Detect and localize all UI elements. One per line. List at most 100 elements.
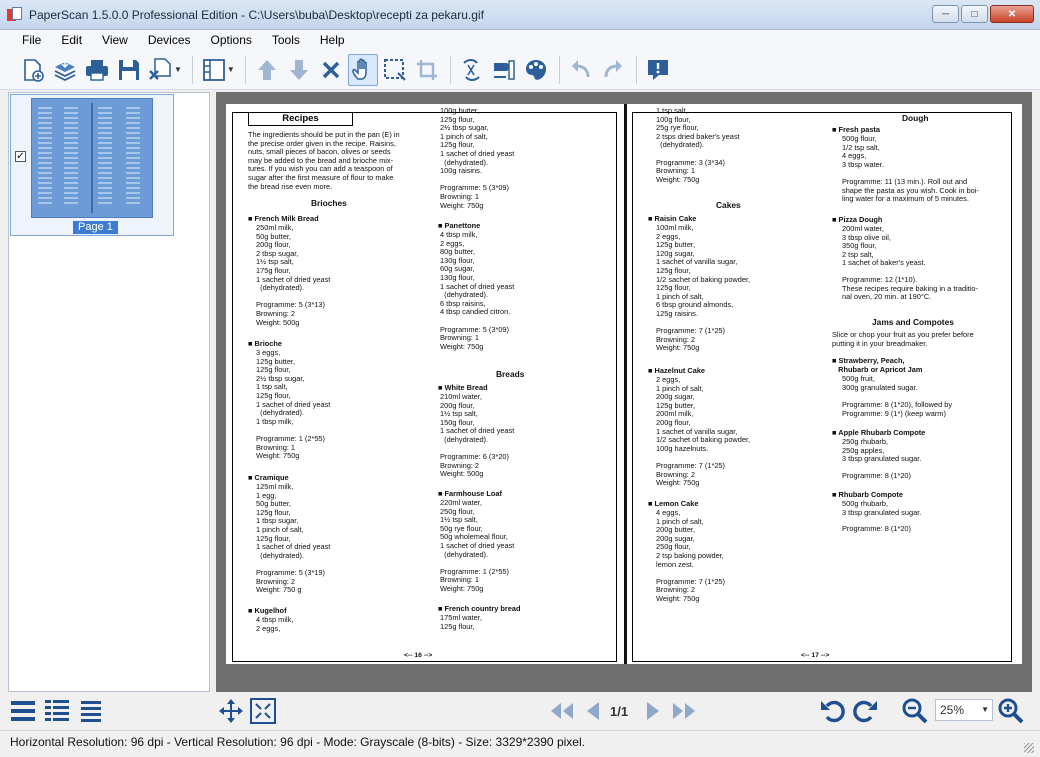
- thumbnail-medium-view-button[interactable]: [42, 696, 72, 726]
- recipe-body: 500g rhubarb, 3 tbsp granulated sugar.: [842, 499, 922, 517]
- thumbnail-small-view-button[interactable]: [76, 696, 106, 726]
- thumbnail-large-view-button[interactable]: [8, 696, 38, 726]
- save-button[interactable]: [114, 54, 144, 86]
- pan-button[interactable]: [216, 696, 246, 726]
- last-page-icon: [673, 703, 695, 719]
- acquire-stack-icon: [54, 58, 76, 81]
- recipe-note: Programme: 8 (1*20): [842, 471, 912, 480]
- breads-heading: Breads: [496, 369, 525, 379]
- toolbar-separator: [635, 55, 637, 84]
- crop-icon: [416, 59, 437, 80]
- selection-icon: [383, 58, 406, 81]
- export-dropdown-icon[interactable]: ▼: [174, 65, 182, 74]
- zoom-select[interactable]: 25% ▼: [935, 699, 993, 721]
- zoom-value: 25%: [940, 703, 965, 717]
- maximize-button[interactable]: □: [961, 5, 988, 23]
- menu-edit[interactable]: Edit: [51, 30, 92, 50]
- bottom-navigation-bar: 1/1 25% ▼: [0, 692, 1040, 730]
- redo-icon: [604, 59, 622, 77]
- menu-devices[interactable]: Devices: [138, 30, 201, 50]
- menu-view[interactable]: View: [92, 30, 138, 50]
- move-arrows-icon: [219, 699, 243, 723]
- minimize-icon: ─: [941, 8, 950, 20]
- toolbar-separator: [191, 55, 193, 84]
- new-page-button[interactable]: [18, 54, 48, 86]
- undo-button[interactable]: [566, 54, 596, 86]
- close-button[interactable]: ✕: [990, 5, 1034, 23]
- recipes-title-box: Recipes: [248, 112, 353, 126]
- layout-dropdown-icon[interactable]: ▼: [227, 65, 235, 74]
- recipe-title: ■ Strawberry, Peach, Rhubarb or Apricot …: [832, 356, 923, 374]
- hand-tool-icon: [352, 58, 367, 80]
- zoom-out-button[interactable]: [900, 696, 930, 726]
- minimize-button[interactable]: ─: [932, 5, 959, 23]
- toolbar-separator: [244, 55, 246, 84]
- recipe-body: 125ml milk, 1 egg, 50g butter, 125g flou…: [256, 482, 331, 595]
- print-icon: [86, 59, 108, 81]
- page-checkbox[interactable]: ✓: [15, 151, 26, 162]
- jams-heading: Jams and Compotes: [872, 317, 954, 327]
- recipe-body: 200ml water, 3 tbsp olive oil, 350g flou…: [842, 224, 926, 268]
- page-number: <-- 16 -->: [404, 652, 433, 659]
- recipe-note: Programme: 11 (13 min.). Roll out and sh…: [842, 177, 979, 204]
- list-large-icon: [11, 701, 35, 721]
- move-up-button[interactable]: [252, 54, 282, 86]
- recipe-body: 4 tbsp milk, 2 eggs, 80g butter, 130g fl…: [440, 230, 515, 351]
- recipe-body: 500g fruit, 300g granulated sugar.: [842, 374, 918, 392]
- cakes-heading: Cakes: [716, 200, 741, 210]
- thumbnail-page-1[interactable]: ✓ Page 1: [10, 94, 174, 236]
- new-page-icon: [24, 58, 44, 82]
- recipes-intro: The ingredients should be put in the pan…: [248, 130, 400, 191]
- resize-grip-icon[interactable]: [1024, 743, 1034, 753]
- recipe-body: 100ml milk, 2 eggs, 125g butter, 120g su…: [656, 223, 751, 353]
- annotation-button[interactable]: [643, 54, 673, 86]
- recipe-note: Programme: 8 (1*20), followed by Program…: [842, 400, 953, 418]
- fit-to-window-button[interactable]: [248, 696, 278, 726]
- recipe-body: 500g flour, 1/2 tsp salt, 4 eggs, 3 tbsp…: [842, 134, 884, 169]
- export-button[interactable]: [146, 54, 176, 86]
- recipe-body: 2 eggs, 1 pinch of salt, 200g sugar, 125…: [656, 375, 751, 488]
- save-icon: [119, 59, 139, 80]
- zoom-in-icon: [998, 698, 1024, 724]
- next-page-button[interactable]: [638, 696, 668, 726]
- next-page-icon: [647, 702, 659, 720]
- color-palette-button[interactable]: [521, 54, 551, 86]
- scanned-page: Recipes The ingredients should be put in…: [226, 104, 1022, 664]
- filter-icon: [493, 59, 515, 80]
- layout-icon: [203, 58, 225, 81]
- rotate-right-icon: [853, 700, 877, 723]
- redo-button[interactable]: [598, 54, 628, 86]
- filter-button[interactable]: [489, 54, 519, 86]
- acquire-stack-button[interactable]: [50, 54, 80, 86]
- last-page-button[interactable]: [670, 696, 700, 726]
- first-page-button[interactable]: [546, 696, 576, 726]
- export-icon: [149, 57, 171, 80]
- recipe-body: 250ml milk, 50g butter, 200g flour, 2 tb…: [256, 223, 331, 327]
- recipe-note: Programme: 8 (1*20): [842, 524, 912, 533]
- print-button[interactable]: [82, 54, 112, 86]
- document-viewer[interactable]: Recipes The ingredients should be put in…: [216, 92, 1032, 692]
- rotate-left-button[interactable]: [818, 696, 848, 726]
- previous-page-button[interactable]: [578, 696, 608, 726]
- crop-button[interactable]: [412, 54, 442, 86]
- layout-button[interactable]: [199, 54, 229, 86]
- delete-button[interactable]: [316, 54, 346, 86]
- recipe-body: 1 tsp salt, 100g flour, 25g rye flour, 2…: [656, 106, 740, 184]
- zoom-in-button[interactable]: [996, 696, 1026, 726]
- hand-tool-button[interactable]: [347, 53, 378, 86]
- window-title: PaperScan 1.5.0.0 Professional Edition -…: [29, 7, 484, 22]
- status-text: Horizontal Resolution: 96 dpi - Vertical…: [10, 735, 585, 749]
- rotate-right-button[interactable]: [850, 696, 880, 726]
- rotate-effect-button[interactable]: [457, 54, 487, 86]
- menu-tools[interactable]: Tools: [262, 30, 310, 50]
- menu-help[interactable]: Help: [310, 30, 355, 50]
- list-medium-icon: [45, 700, 69, 721]
- menu-options[interactable]: Options: [201, 30, 262, 50]
- menu-file[interactable]: File: [12, 30, 51, 50]
- rotate-left-icon: [821, 700, 845, 723]
- zoom-out-icon: [902, 698, 928, 724]
- page-indicator: 1/1: [610, 704, 629, 719]
- move-down-button[interactable]: [284, 54, 314, 86]
- selection-button[interactable]: [380, 54, 410, 86]
- recipe-body: 4 tbsp milk, 2 eggs,: [256, 615, 294, 633]
